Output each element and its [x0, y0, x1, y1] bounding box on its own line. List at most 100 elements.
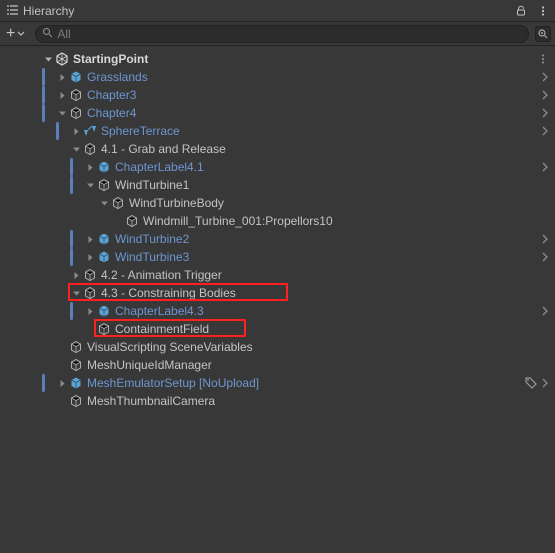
gameobject-icon — [68, 105, 84, 121]
gameobject-icon — [110, 195, 126, 211]
gameobject-icon — [68, 357, 84, 373]
more-icon[interactable] — [537, 53, 549, 65]
toggle-empty — [84, 323, 96, 335]
node-label: 4.2 - Animation Trigger — [101, 266, 222, 284]
chevron-right-icon[interactable] — [56, 71, 68, 83]
tree-row[interactable]: MeshThumbnailCamera — [0, 392, 555, 410]
gameobject-icon — [68, 87, 84, 103]
tag-icon — [525, 377, 537, 389]
tree-row[interactable]: WindTurbineBody — [0, 194, 555, 212]
tree-row[interactable]: ChapterLabel4.3 — [0, 302, 555, 320]
gameobject-icon — [96, 321, 112, 337]
tree-row[interactable]: 4.2 - Animation Trigger — [0, 266, 555, 284]
chevron-right-icon[interactable] — [84, 305, 96, 317]
tree-row-scene[interactable]: StartingPoint — [0, 50, 555, 68]
node-label: Chapter3 — [87, 86, 136, 104]
chevron-down-icon — [17, 30, 25, 38]
node-label: 4.3 - Constraining Bodies — [101, 284, 236, 302]
prefab-variant-icon — [82, 123, 98, 139]
hierarchy-tree[interactable]: StartingPoint Grasslands Chapter3 — [0, 46, 555, 553]
search-icon — [42, 27, 53, 41]
chevron-right-icon[interactable] — [541, 108, 549, 118]
toggle-empty — [56, 341, 68, 353]
node-label: MeshEmulatorSetup [NoUpload] — [87, 374, 259, 392]
node-label: MeshThumbnailCamera — [87, 392, 215, 410]
toggle-empty — [56, 395, 68, 407]
toggle-empty — [112, 215, 124, 227]
tree-row[interactable]: WindTurbine3 — [0, 248, 555, 266]
chevron-down-icon[interactable] — [42, 53, 54, 65]
node-label: ChapterLabel4.1 — [115, 158, 204, 176]
chevron-right-icon[interactable] — [70, 269, 82, 281]
chevron-down-icon[interactable] — [84, 179, 96, 191]
tree-row[interactable]: VisualScripting SceneVariables — [0, 338, 555, 356]
chevron-right-icon[interactable] — [541, 72, 549, 82]
chevron-right-icon[interactable] — [84, 161, 96, 173]
chevron-right-icon[interactable] — [70, 125, 82, 137]
chevron-down-icon[interactable] — [70, 287, 82, 299]
panel-title: Hierarchy — [4, 4, 513, 18]
hierarchy-icon — [6, 4, 19, 17]
unity-scene-icon — [54, 51, 70, 67]
gameobject-icon — [82, 285, 98, 301]
toolbar: + — [0, 22, 555, 46]
prefab-icon — [96, 303, 112, 319]
hierarchy-panel: Hierarchy + — [0, 0, 555, 553]
tree-row[interactable]: SphereTerrace — [0, 122, 555, 140]
chevron-right-icon[interactable] — [541, 126, 549, 136]
chevron-right-icon[interactable] — [56, 377, 68, 389]
gameobject-icon — [124, 213, 140, 229]
tree-row[interactable]: MeshUniqueIdManager — [0, 356, 555, 374]
chevron-right-icon[interactable] — [541, 90, 549, 100]
search-by-type-icon[interactable] — [535, 26, 551, 42]
tree-row[interactable]: 4.3 - Constraining Bodies — [0, 284, 555, 302]
tree-row[interactable]: WindTurbine2 — [0, 230, 555, 248]
node-label: ChapterLabel4.3 — [115, 302, 204, 320]
lock-icon[interactable] — [513, 3, 529, 19]
tree-row[interactable]: Chapter4 — [0, 104, 555, 122]
tree-row[interactable]: ChapterLabel4.1 — [0, 158, 555, 176]
chevron-right-icon[interactable] — [56, 89, 68, 101]
prefab-icon — [96, 159, 112, 175]
node-label: 4.1 - Grab and Release — [101, 140, 226, 158]
prefab-icon — [96, 231, 112, 247]
chevron-right-icon[interactable] — [84, 251, 96, 263]
chevron-right-icon[interactable] — [541, 162, 549, 172]
prefab-icon — [68, 375, 84, 391]
chevron-down-icon[interactable] — [56, 107, 68, 119]
chevron-right-icon[interactable] — [541, 306, 549, 316]
search-field[interactable] — [35, 25, 529, 43]
chevron-right-icon[interactable] — [541, 234, 549, 244]
panel-menu-icon[interactable] — [535, 3, 551, 19]
tree-row[interactable]: WindTurbine1 — [0, 176, 555, 194]
node-label: Grasslands — [87, 68, 148, 86]
tree-row[interactable]: 4.1 - Grab and Release — [0, 140, 555, 158]
create-button[interactable]: + — [4, 25, 29, 43]
node-label: WindTurbine3 — [115, 248, 189, 266]
node-label: MeshUniqueIdManager — [87, 356, 212, 374]
panel-title-text: Hierarchy — [23, 4, 74, 18]
node-label: WindTurbine1 — [115, 176, 189, 194]
chevron-right-icon[interactable] — [84, 233, 96, 245]
node-label: StartingPoint — [73, 50, 148, 68]
gameobject-icon — [82, 267, 98, 283]
tree-row[interactable]: Grasslands — [0, 68, 555, 86]
tree-row[interactable]: ContainmentField — [0, 320, 555, 338]
search-input[interactable] — [57, 27, 522, 41]
node-label: WindTurbine2 — [115, 230, 189, 248]
tree-row[interactable]: MeshEmulatorSetup [NoUpload] — [0, 374, 555, 392]
chevron-down-icon[interactable] — [98, 197, 110, 209]
tree-row[interactable]: Chapter3 — [0, 86, 555, 104]
node-label: SphereTerrace — [101, 122, 180, 140]
node-label: Chapter4 — [87, 104, 136, 122]
chevron-right-icon[interactable] — [541, 378, 549, 388]
tree-row[interactable]: Windmill_Turbine_001:Propellors10 — [0, 212, 555, 230]
toggle-empty — [56, 359, 68, 371]
panel-header: Hierarchy — [0, 0, 555, 22]
node-label: VisualScripting SceneVariables — [87, 338, 253, 356]
chevron-right-icon[interactable] — [541, 252, 549, 262]
node-label: Windmill_Turbine_001:Propellors10 — [143, 212, 333, 230]
chevron-down-icon[interactable] — [70, 143, 82, 155]
node-label: ContainmentField — [115, 320, 209, 338]
prefab-icon — [96, 249, 112, 265]
